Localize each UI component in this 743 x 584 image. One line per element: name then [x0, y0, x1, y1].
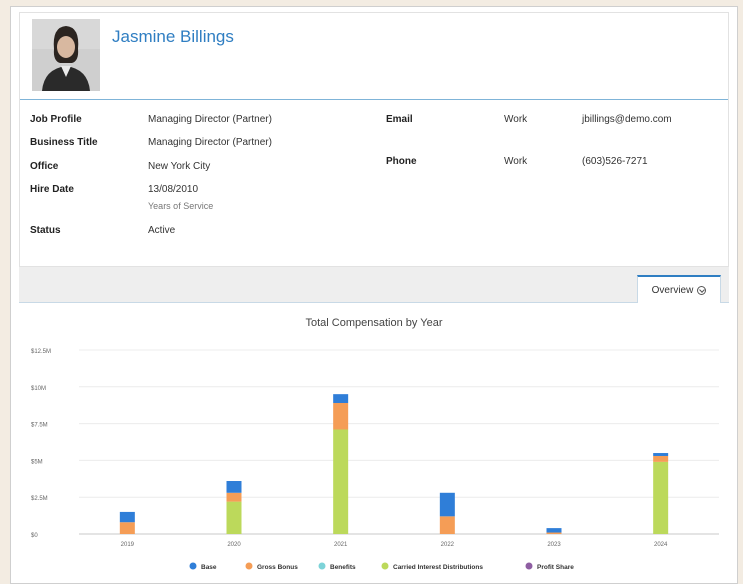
office-label: Office: [30, 161, 59, 172]
bar-gross-bonus-2020: [226, 492, 242, 502]
tab-overview[interactable]: Overview: [637, 275, 721, 303]
bar-base-2019: [119, 511, 135, 523]
x-tick-label: 2023: [547, 542, 561, 548]
chart-svg: $0 $2.5M $5M $7.5M $10M $12.5M 2019 2020 2021 202…: [31, 349, 719, 571]
employee-name: Jasmine Billings: [112, 27, 234, 46]
bar-gross-bonus-2019: [119, 522, 135, 534]
compensation-chart: Total Compensation by Year $0 $2.5M $5M $7.…: [19, 307, 729, 579]
y-tick-label: $7.5M: [31, 423, 48, 429]
bar-base-2022: [439, 492, 455, 517]
phone-label: Phone: [386, 156, 417, 167]
y-tick-label: $2.5M: [31, 496, 48, 502]
chevron-down-icon[interactable]: [697, 285, 707, 295]
bar-base-2023: [546, 528, 562, 533]
employee-profile-panel: Jasmine Billings Job Profile Managing Di…: [10, 6, 738, 584]
x-tick-label: 2022: [441, 542, 455, 548]
bar-carried-interest-distributions-2024: [653, 461, 669, 534]
bar-carried-interest-distributions-2021: [333, 429, 349, 534]
legend-item: Profit Share: [537, 564, 574, 571]
email-label: Email: [386, 114, 413, 125]
job-profile-value: Managing Director (Partner): [148, 114, 272, 125]
bar-base-2021: [333, 394, 349, 403]
phone-value[interactable]: (603)526-7271: [582, 156, 648, 167]
y-tick-label: $10M: [31, 386, 46, 392]
business-title-label: Business Title: [30, 137, 98, 148]
legend-marker: [245, 562, 253, 570]
business-title-value: Managing Director (Partner): [148, 137, 272, 148]
person-photo-icon: [32, 19, 100, 91]
y-tick-label: $0: [31, 533, 38, 539]
y-tick-label: $5M: [31, 459, 43, 465]
legend-item: Carried Interest Distributions: [393, 564, 483, 571]
bar-base-2024: [653, 453, 669, 456]
bar-gross-bonus-2024: [653, 455, 669, 462]
chart-title: Total Compensation by Year: [305, 317, 443, 329]
x-tick-label: 2024: [654, 542, 668, 548]
legend-marker: [189, 562, 197, 570]
header-divider: [20, 99, 728, 100]
legend-marker: [381, 562, 389, 570]
x-tick-label: 2019: [121, 542, 135, 548]
tab-bar: Overview: [19, 267, 729, 303]
phone-type: Work: [504, 156, 528, 167]
hire-date-label: Hire Date: [30, 184, 74, 195]
y-tick-label: $12.5M: [31, 349, 51, 355]
bar-base-2020: [226, 481, 242, 493]
bar-gross-bonus-2022: [439, 516, 455, 534]
legend-item: Benefits: [330, 564, 356, 571]
x-tick-label: 2020: [227, 542, 241, 548]
avatar: [32, 19, 100, 91]
bar-carried-interest-distributions-2020: [226, 501, 242, 534]
email-type: Work: [504, 114, 528, 125]
legend-marker: [525, 562, 533, 570]
job-profile-label: Job Profile: [30, 114, 82, 125]
bar-gross-bonus-2021: [333, 402, 349, 430]
status-value: Active: [148, 225, 176, 236]
profile-card: Jasmine Billings Job Profile Managing Di…: [19, 12, 729, 267]
office-value: New York City: [148, 161, 211, 172]
legend-item: Gross Bonus: [257, 564, 298, 571]
bar-gross-bonus-2023: [546, 532, 562, 534]
legend-marker: [318, 562, 326, 570]
x-tick-label: 2021: [334, 542, 348, 548]
legend-item: Base: [201, 564, 217, 571]
tab-overview-label: Overview: [651, 284, 694, 296]
status-label: Status: [30, 225, 61, 236]
years-of-service-label: Years of Service: [148, 201, 214, 211]
email-value[interactable]: jbillings@demo.com: [582, 114, 672, 125]
hire-date-value: 13/08/2010: [148, 184, 199, 195]
